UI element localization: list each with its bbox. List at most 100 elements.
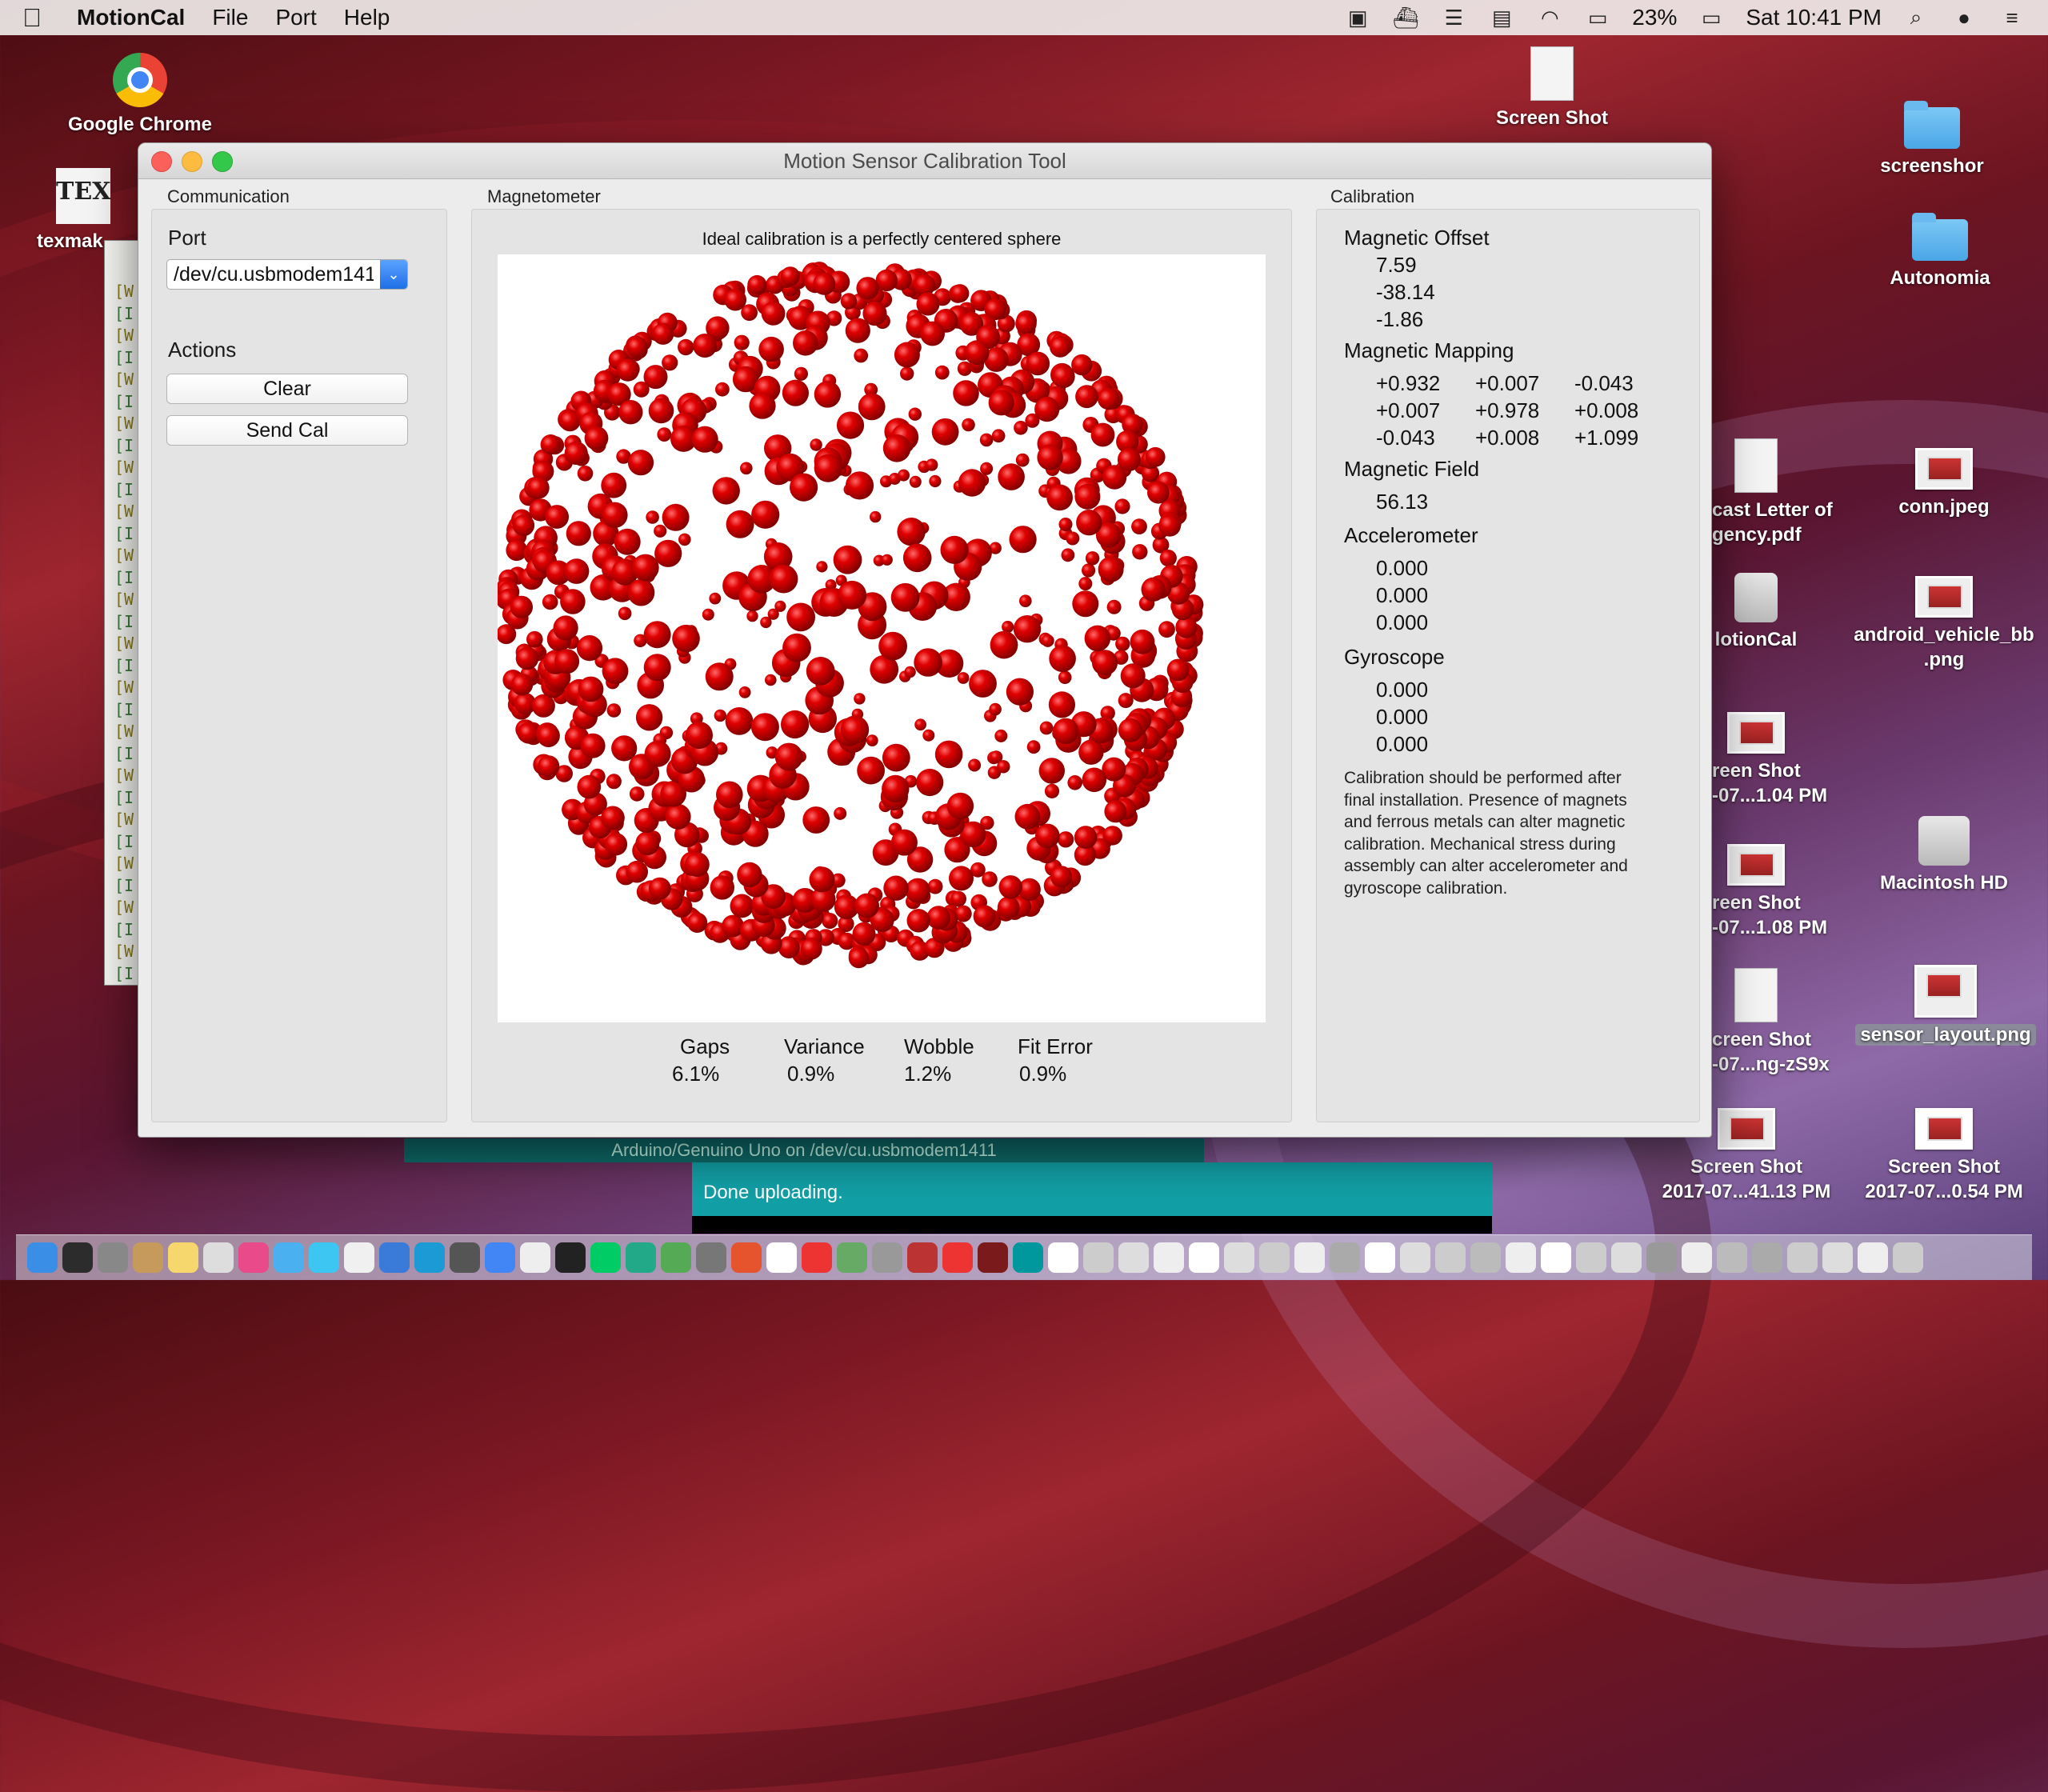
- siri-icon[interactable]: ●: [1950, 6, 1978, 30]
- dock-photo-booth-icon[interactable]: [872, 1242, 902, 1273]
- dock-doc-icon[interactable]: [1435, 1242, 1466, 1273]
- dock-activity-monitor-icon[interactable]: [590, 1242, 621, 1273]
- dock-chrome-alt-icon[interactable]: [344, 1242, 374, 1273]
- dock-calendar-icon[interactable]: [696, 1242, 726, 1273]
- desktop-icon-conn-jpeg[interactable]: conn.jpeg: [1864, 448, 2024, 519]
- memory-icon[interactable]: ▤: [1488, 6, 1515, 30]
- dock-doc-icon[interactable]: [1048, 1242, 1078, 1273]
- airplay-icon[interactable]: ▭: [1584, 6, 1611, 30]
- dock-finder-icon[interactable]: [27, 1242, 58, 1273]
- dock-doc-icon[interactable]: [1118, 1242, 1149, 1273]
- spotlight-search-icon[interactable]: ⌕: [1902, 5, 1930, 29]
- dock-xcode-icon[interactable]: [802, 1242, 832, 1273]
- dock-rdio-icon[interactable]: [907, 1242, 938, 1273]
- dock-doc-icon[interactable]: [1083, 1242, 1114, 1273]
- dock-doc-icon[interactable]: [1717, 1242, 1747, 1273]
- port-select[interactable]: /dev/cu.usbmodem1411 ⌄: [166, 259, 408, 290]
- dock-app-store-icon[interactable]: [379, 1242, 410, 1273]
- dock-doc-icon[interactable]: [1611, 1242, 1642, 1273]
- desktop-icon-screenshot-5[interactable]: Screen Shot 2017-07...0.54 PM: [1852, 1108, 2036, 1204]
- desktop-icon-motioncal[interactable]: lotionCal: [1712, 573, 1800, 652]
- dock-texshop-icon[interactable]: [520, 1242, 550, 1273]
- dock-doc-icon[interactable]: [1541, 1242, 1571, 1273]
- dock-doc-icon[interactable]: [1365, 1242, 1395, 1273]
- dock-itunes-icon[interactable]: [238, 1242, 269, 1273]
- dock-doc-icon[interactable]: [1787, 1242, 1818, 1273]
- status-m-icon[interactable]: ▣: [1344, 6, 1371, 30]
- send-cal-button[interactable]: Send Cal: [166, 415, 408, 446]
- calibration-point: [950, 284, 970, 303]
- dock-doc-icon[interactable]: [1224, 1242, 1254, 1273]
- dock-doc-icon[interactable]: [1752, 1242, 1782, 1273]
- dock-sublime-icon[interactable]: [731, 1242, 762, 1273]
- dock-network-icon[interactable]: [626, 1242, 656, 1273]
- clock[interactable]: Sat 10:41 PM: [1746, 5, 1882, 30]
- dock-contacts-icon[interactable]: [133, 1242, 163, 1273]
- dock-doc-icon[interactable]: [1822, 1242, 1853, 1273]
- train-icon[interactable]: ☰: [1440, 6, 1467, 30]
- dock-mendeley-icon[interactable]: [942, 1242, 973, 1273]
- title-bar[interactable]: Motion Sensor Calibration Tool: [138, 143, 1711, 179]
- desktop-icon-chrome[interactable]: Google Chrome: [48, 53, 232, 137]
- dock-doc-icon[interactable]: [1400, 1242, 1430, 1273]
- desktop-icon-screenshot-2[interactable]: reen Shot -07...1.08 PM: [1712, 844, 1827, 940]
- magnetometer-plot[interactable]: [496, 254, 1266, 1022]
- desktop-icon-screenshot[interactable]: Screen Shot: [1472, 46, 1632, 130]
- dock-messages-icon[interactable]: [309, 1242, 339, 1273]
- clear-button[interactable]: Clear: [166, 374, 408, 404]
- dock-siri-icon[interactable]: [62, 1242, 93, 1273]
- calibration-point: [822, 913, 838, 929]
- dock-launchpad-icon[interactable]: [98, 1242, 128, 1273]
- desktop-icon-sensor-layout[interactable]: sensor_layout.png: [1850, 965, 2042, 1047]
- dock-preview-icon[interactable]: [274, 1242, 304, 1273]
- dock-notes-icon[interactable]: [168, 1242, 198, 1273]
- dock-doc-icon[interactable]: [1189, 1242, 1219, 1273]
- battery-percent[interactable]: 23%: [1632, 5, 1677, 30]
- dock-trash-icon[interactable]: [1893, 1242, 1923, 1273]
- dock-chrome-icon[interactable]: [485, 1242, 515, 1273]
- dock-preview-2-icon[interactable]: [837, 1242, 867, 1273]
- menu-file[interactable]: File: [212, 5, 248, 30]
- hard-drive-icon: [1918, 816, 1970, 866]
- battery-icon[interactable]: ▭: [1698, 6, 1725, 30]
- dock-doc-icon[interactable]: [1682, 1242, 1712, 1273]
- menu-port[interactable]: Port: [275, 5, 316, 30]
- dock-terminal-icon[interactable]: [555, 1242, 586, 1273]
- dock-doc-icon[interactable]: [1576, 1242, 1606, 1273]
- dock-mac-icon[interactable]: [978, 1242, 1008, 1273]
- dock-doc-icon[interactable]: [1858, 1242, 1888, 1273]
- desktop-icon-screenshor-folder[interactable]: screenshor: [1856, 101, 2008, 178]
- dock-system-preferences-icon[interactable]: [450, 1242, 480, 1273]
- close-button[interactable]: [151, 151, 172, 172]
- zoom-button[interactable]: [212, 151, 233, 172]
- dock-doc-icon[interactable]: [1470, 1242, 1501, 1273]
- calibration-point: [578, 676, 604, 702]
- desktop-icon-macintosh-hd[interactable]: Macintosh HD: [1864, 816, 2024, 895]
- desktop-icon-android-png[interactable]: android_vehicle_bb .png: [1840, 576, 2048, 672]
- dock-reminders-icon[interactable]: [203, 1242, 234, 1273]
- docker-icon[interactable]: ⛴: [1392, 6, 1419, 30]
- dock-doc-icon[interactable]: [1154, 1242, 1184, 1273]
- apple-icon[interactable]: : [22, 3, 45, 33]
- dock-doc-icon[interactable]: [1259, 1242, 1290, 1273]
- dock-matlab-icon[interactable]: [661, 1242, 691, 1273]
- calibration-point: [709, 592, 722, 605]
- dock-doc-icon[interactable]: [1646, 1242, 1677, 1273]
- notification-center-icon[interactable]: ≡: [1998, 6, 2026, 30]
- menu-app-name[interactable]: MotionCal: [77, 5, 185, 30]
- desktop-icon-autonomia-folder[interactable]: Autonomia: [1864, 213, 2016, 290]
- dock-photos-icon[interactable]: [414, 1242, 445, 1273]
- minimize-button[interactable]: [182, 151, 202, 172]
- dock-arduino-icon[interactable]: [1013, 1242, 1043, 1273]
- desktop-icon-screenshot-1[interactable]: reen Shot -07...1.04 PM: [1712, 712, 1827, 808]
- dock-mail-icon[interactable]: [766, 1242, 797, 1273]
- wifi-icon[interactable]: ◠: [1536, 6, 1563, 30]
- desktop-icon-screenshot-3[interactable]: creen Shot -07...ng-zS9x: [1712, 968, 1830, 1077]
- dock-doc-icon[interactable]: [1330, 1242, 1360, 1273]
- menu-help[interactable]: Help: [344, 5, 390, 30]
- accelerometer-x: 0.000: [1376, 556, 1429, 580]
- dock-doc-icon[interactable]: [1294, 1242, 1325, 1273]
- desktop-icon-letter-pdf[interactable]: cast Letter of gency.pdf: [1712, 438, 1833, 547]
- desktop-icon-label: texmak: [37, 230, 103, 252]
- dock-doc-icon[interactable]: [1506, 1242, 1536, 1273]
